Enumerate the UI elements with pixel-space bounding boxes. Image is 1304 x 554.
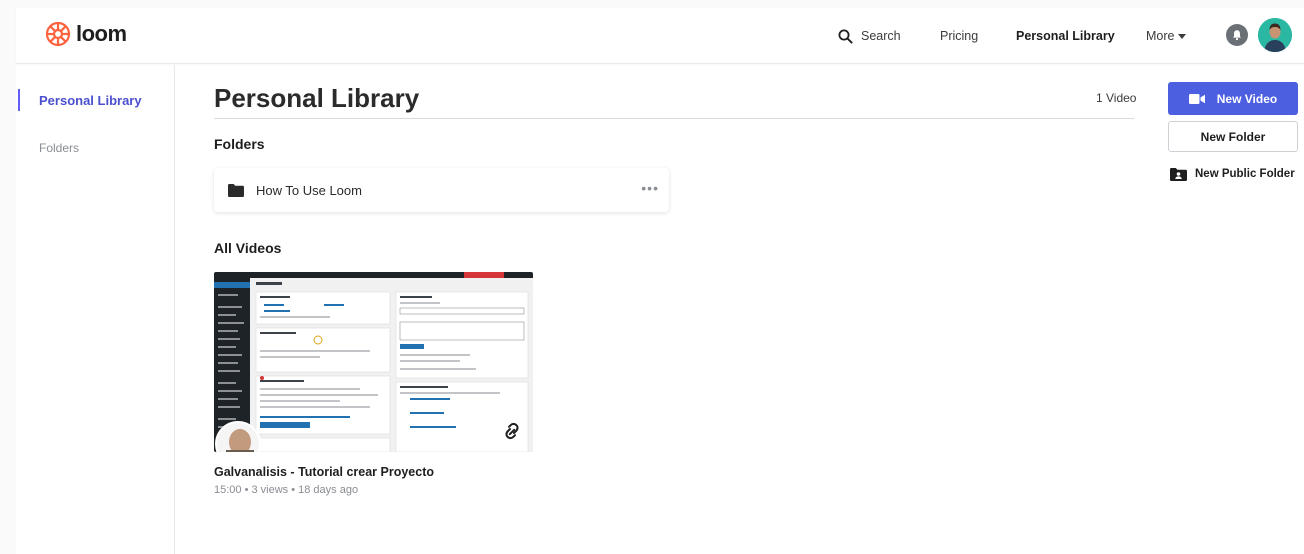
- folder-card[interactable]: How To Use Loom •••: [214, 168, 669, 212]
- nav-search[interactable]: Search: [838, 8, 901, 64]
- top-header: loom Search Pricing Personal Library Mor…: [16, 8, 1304, 64]
- nav-pricing-label: Pricing: [940, 29, 979, 43]
- user-avatar-image: [1258, 18, 1292, 52]
- new-folder-label: New Folder: [1200, 129, 1266, 144]
- user-avatar[interactable]: [1258, 18, 1292, 52]
- folders-heading: Folders: [214, 136, 265, 152]
- video-thumbnail[interactable]: [214, 272, 533, 452]
- public-folder-icon: [1170, 167, 1187, 181]
- all-videos-heading: All Videos: [214, 240, 282, 256]
- bell-icon: [1233, 30, 1241, 41]
- folder-menu-button[interactable]: •••: [641, 181, 659, 195]
- video-meta: 15:00 • 3 views • 18 days ago: [214, 484, 359, 496]
- new-folder-button[interactable]: New Folder: [1168, 121, 1298, 152]
- new-video-button[interactable]: New Video: [1168, 82, 1298, 115]
- title-divider: [214, 118, 1134, 119]
- video-title[interactable]: Galvanalisis - Tutorial crear Proyecto: [214, 465, 434, 479]
- nav-personal-library[interactable]: Personal Library: [1016, 8, 1115, 64]
- notifications-button[interactable]: [1226, 24, 1248, 46]
- nav-personal-library-label: Personal Library: [1016, 29, 1115, 43]
- app-page: loom Search Pricing Personal Library Mor…: [16, 8, 1304, 554]
- video-thumbnail-image: [214, 272, 533, 452]
- sidebar: Personal Library Folders: [16, 65, 175, 554]
- new-public-folder-label: New Public Folder: [1195, 168, 1295, 180]
- video-count: 1 Video: [1096, 91, 1137, 105]
- folder-icon: [228, 183, 244, 197]
- logo-wordmark: loom: [76, 21, 127, 46]
- page-title: Personal Library: [214, 83, 420, 113]
- folder-name: How To Use Loom: [256, 182, 362, 198]
- video-camera-icon: [1188, 93, 1205, 104]
- nav-more-label: More: [1146, 29, 1175, 43]
- sidebar-active-indicator: [18, 89, 20, 111]
- new-video-label: New Video: [1216, 91, 1278, 106]
- loom-logo-icon: [45, 21, 71, 47]
- search-icon: [838, 29, 853, 44]
- nav-more-dropdown[interactable]: More: [1146, 8, 1187, 64]
- sidebar-item-personal-library[interactable]: Personal Library: [39, 93, 142, 108]
- nav-search-label: Search: [861, 29, 901, 43]
- nav-pricing[interactable]: Pricing: [940, 8, 978, 64]
- sidebar-item-folders[interactable]: Folders: [39, 141, 79, 155]
- loom-logo[interactable]: loom: [44, 20, 127, 48]
- new-public-folder-button[interactable]: New Public Folder: [1170, 165, 1295, 183]
- caret-down-icon: [1178, 33, 1187, 39]
